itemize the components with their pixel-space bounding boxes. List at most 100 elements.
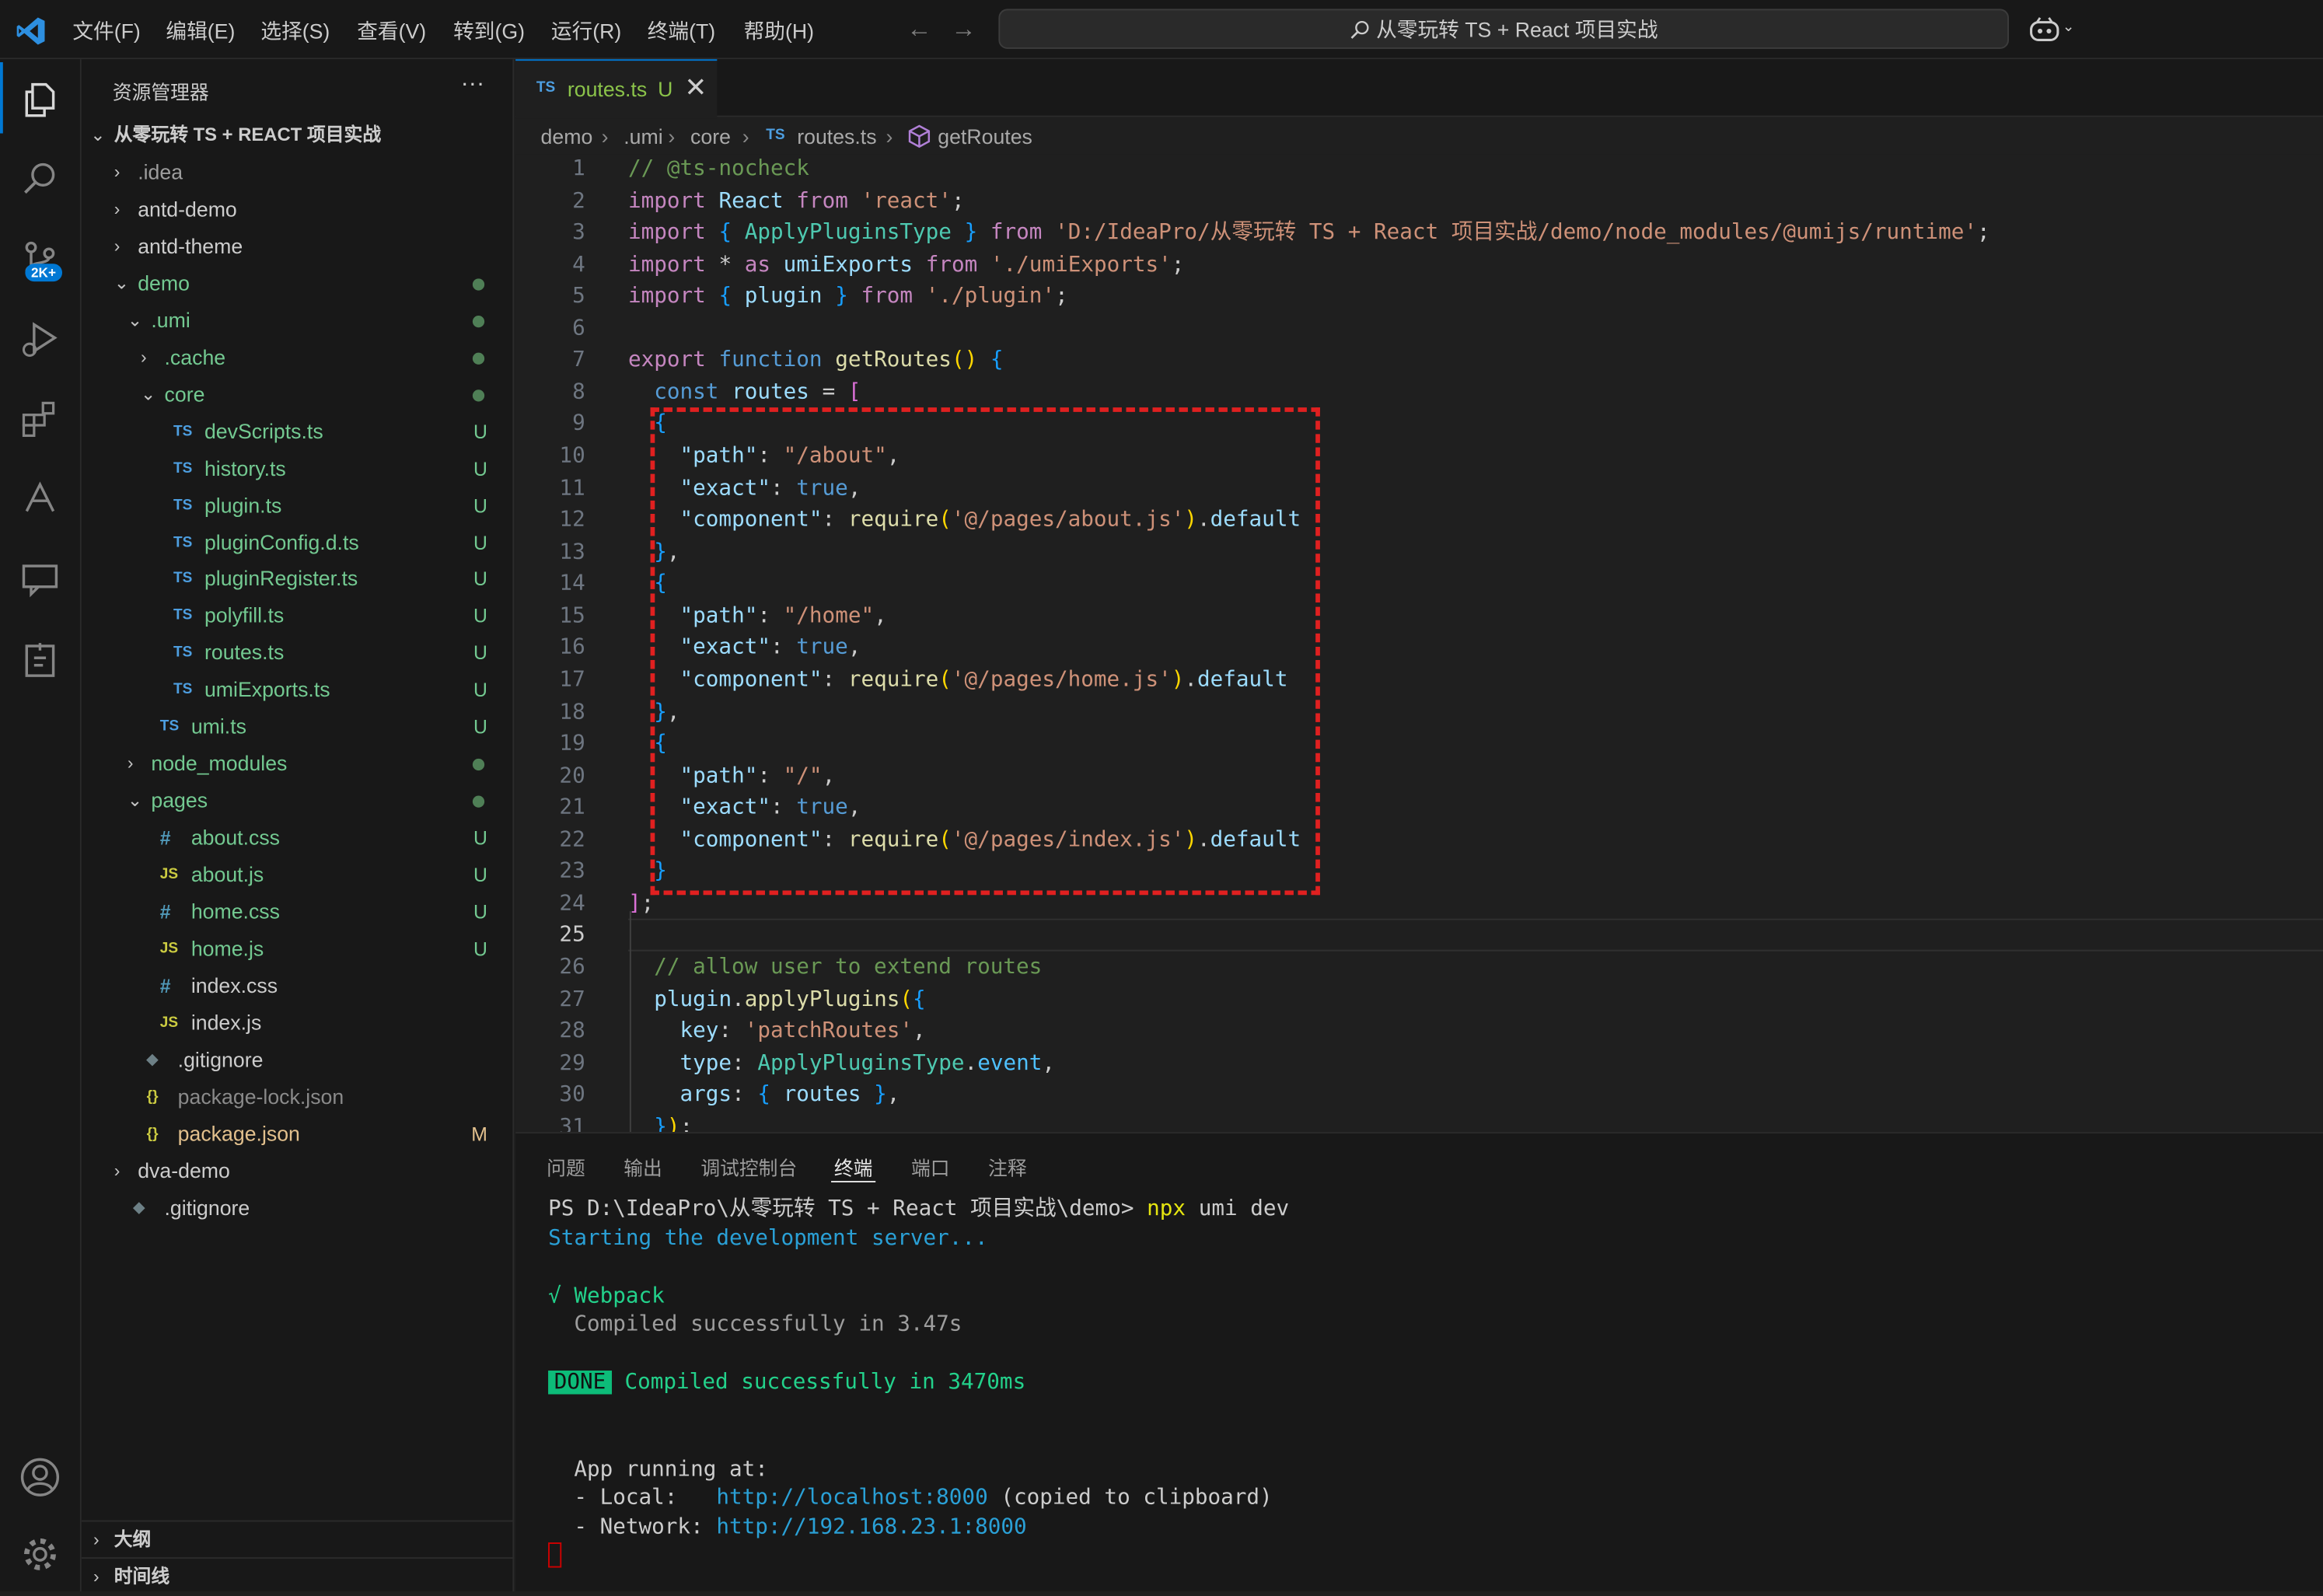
command-center-search[interactable]: 从零玩转 TS + React 项目实战 <box>998 9 2010 49</box>
tree-item-devscripts-ts[interactable]: TS devScripts.ts U <box>82 413 514 450</box>
settings-gear-icon[interactable] <box>0 1514 82 1591</box>
highlight-annotation-box <box>650 407 1320 896</box>
close-tab-icon[interactable]: ✕ <box>684 72 707 103</box>
tree-item-pages[interactable]: ⌄ pages <box>82 783 514 820</box>
chat-icon[interactable] <box>0 540 82 616</box>
breadcrumb-umi[interactable]: .umi <box>624 118 662 154</box>
breadcrumb-getroutes[interactable]: getRoutes <box>938 118 1032 154</box>
tree-item-demo[interactable]: ⌄ demo <box>82 265 514 302</box>
code-line[interactable]: 6 <box>515 314 2323 346</box>
terminal-cmd-npx: npx <box>1147 1197 1186 1221</box>
copilot-dropdown-chevron-icon[interactable]: ⌄ <box>2063 19 2075 36</box>
line-number: 5 <box>572 285 585 309</box>
tree-item-antd-demo[interactable]: › antd-demo <box>82 191 514 229</box>
code-line[interactable]: 28 key: 'patchRoutes', <box>515 1017 2323 1049</box>
outline-section[interactable]: › 大纲 <box>82 1521 514 1559</box>
tree-item-umiexports-ts[interactable]: TS umiExports.ts U <box>82 672 514 709</box>
line-number: 31 <box>559 1115 585 1133</box>
tree-item-umi[interactable]: ⌄ .umi <box>82 302 514 339</box>
code-line[interactable]: 29 type: ApplyPluginsType.event, <box>515 1049 2323 1081</box>
tree-item-antd-theme[interactable]: › antd-theme <box>82 228 514 265</box>
tree-item-package-lock-json[interactable]: {} package-lock.json <box>82 1078 514 1116</box>
tab-comments[interactable]: 注释 <box>988 1153 1027 1181</box>
menu-view[interactable]: 查看(V) <box>357 16 426 46</box>
menu-edit[interactable]: 编辑(E) <box>166 16 235 46</box>
menu-go[interactable]: 转到(G) <box>453 16 525 46</box>
menu-terminal[interactable]: 终端(T) <box>648 16 715 46</box>
code-text: export function getRoutes() { <box>627 348 1004 373</box>
network-url-link[interactable]: http://192.168.23.1:8000 <box>716 1515 1026 1538</box>
code-line[interactable]: 5 import { plugin } from './plugin'; <box>515 282 2323 314</box>
tree-item-idea[interactable]: › .idea <box>82 154 514 191</box>
code-line[interactable]: 31 }); <box>515 1112 2323 1132</box>
code-line[interactable]: 25 <box>515 920 2323 952</box>
tab-problems[interactable]: 问题 <box>547 1153 585 1181</box>
search-icon[interactable] <box>0 139 82 216</box>
chevron-right-icon: › <box>601 124 609 148</box>
source-control-icon[interactable]: 2K+ <box>0 219 82 296</box>
tree-item-label: umi.ts <box>190 714 246 739</box>
tree-item-label: .gitignore <box>164 1195 250 1219</box>
tree-item-cache[interactable]: › .cache <box>82 339 514 376</box>
code-line[interactable]: 4 import * as umiExports from './umiExpor… <box>515 250 2323 281</box>
copilot-icon[interactable] <box>2030 16 2059 43</box>
git-status-badge: U <box>473 938 487 960</box>
breadcrumb-core[interactable]: core <box>690 118 731 154</box>
terminal-output[interactable]: PS D:\IdeaPro\从零玩转 TS + React 项目实战\demo>… <box>548 1196 1289 1571</box>
code-line[interactable]: 1 // @ts-nocheck <box>515 154 2323 186</box>
breadcrumb-routes-ts[interactable]: routes.ts <box>797 118 876 154</box>
code-line[interactable]: 3 import { ApplyPluginsType } from 'D:/Id… <box>515 218 2323 250</box>
code-line[interactable]: 7 export function getRoutes() { <box>515 346 2323 378</box>
tree-item-index-js[interactable]: JS index.js <box>82 1004 514 1042</box>
tab-ports[interactable]: 端口 <box>911 1153 950 1181</box>
tree-item-about-js[interactable]: JS about.js U <box>82 857 514 894</box>
code-line[interactable]: 2 import React from 'react'; <box>515 186 2323 218</box>
tree-item-home-css[interactable]: # home.css U <box>82 893 514 931</box>
code-text: import * as umiExports from './umiExport… <box>627 253 1185 277</box>
code-line[interactable]: 8 const routes = [ <box>515 378 2323 410</box>
code-line[interactable]: 26 // allow user to extend routes <box>515 953 2323 985</box>
run-debug-icon[interactable] <box>0 299 82 376</box>
tree-item-package-json[interactable]: {} package.json M <box>82 1116 514 1153</box>
forward-arrow-icon[interactable]: → <box>951 15 976 44</box>
tree-item-routes-ts[interactable]: TS routes.ts U <box>82 634 514 672</box>
explorer-more-actions-icon[interactable]: ··· <box>461 71 484 97</box>
explorer-icon[interactable] <box>0 59 82 136</box>
extensions-icon[interactable] <box>0 379 82 456</box>
code-line[interactable]: 27 plugin.applyPlugins({ <box>515 985 2323 1017</box>
tree-item-polyfill-ts[interactable]: TS polyfill.ts U <box>82 598 514 635</box>
tab-output[interactable]: 输出 <box>624 1153 662 1181</box>
tree-item-plugin-ts[interactable]: TS plugin.ts U <box>82 487 514 524</box>
tree-item-pluginregister-ts[interactable]: TS pluginRegister.ts U <box>82 561 514 598</box>
back-arrow-icon[interactable]: ← <box>906 15 931 44</box>
tab-debug-console[interactable]: 调试控制台 <box>700 1153 797 1181</box>
accounts-icon[interactable] <box>0 1437 82 1514</box>
testing-icon[interactable] <box>0 620 82 697</box>
tree-item-gitignore[interactable]: ◆ .gitignore <box>82 1189 514 1227</box>
menu-help[interactable]: 帮助(H) <box>744 16 814 46</box>
timeline-section[interactable]: › 时间线 <box>82 1559 514 1596</box>
activity-bar: 2K+ <box>0 59 82 1592</box>
local-url-link[interactable]: http://localhost:8000 <box>716 1486 987 1510</box>
breadcrumb-demo[interactable]: demo <box>541 118 593 154</box>
typescript-file-icon: TS <box>173 644 193 662</box>
tree-item-label: .cache <box>164 344 226 369</box>
tree-item-umi-ts[interactable]: TS umi.ts U <box>82 709 514 746</box>
tab-routes-ts[interactable]: TS routes.ts U ✕ <box>515 59 718 119</box>
tree-item-pluginconfig-d-ts[interactable]: TS pluginConfig.d.ts U <box>82 524 514 561</box>
tree-item-about-css[interactable]: # about.css U <box>82 819 514 857</box>
tree-item-home-js[interactable]: JS home.js U <box>82 931 514 968</box>
tree-item-gitignore[interactable]: ◆ .gitignore <box>82 1042 514 1079</box>
tree-item-index-css[interactable]: # index.css <box>82 967 514 1004</box>
menu-selection[interactable]: 选择(S) <box>260 16 330 46</box>
tree-item-history-ts[interactable]: TS history.ts U <box>82 450 514 487</box>
menu-run[interactable]: 运行(R) <box>551 16 621 46</box>
workspace-root[interactable]: ⌄ 从零玩转 TS + REACT 项目实战 <box>82 117 514 155</box>
tab-terminal[interactable]: 终端 <box>834 1153 873 1181</box>
remote-explorer-icon[interactable] <box>0 459 82 536</box>
code-line[interactable]: 30 args: { routes }, <box>515 1081 2323 1112</box>
tree-item-node-modules[interactable]: › node_modules <box>82 746 514 783</box>
menu-file[interactable]: 文件(F) <box>72 16 140 46</box>
tree-item-dva-demo[interactable]: › dva-demo <box>82 1152 514 1189</box>
tree-item-core[interactable]: ⌄ core <box>82 376 514 414</box>
